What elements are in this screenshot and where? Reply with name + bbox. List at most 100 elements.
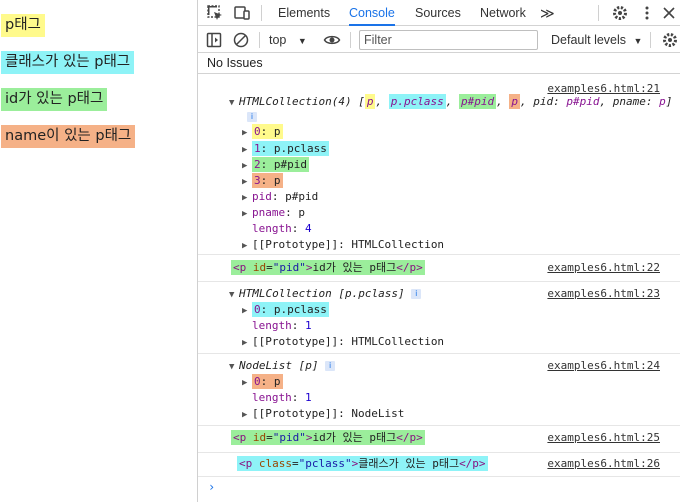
toolbar-divider-2 bbox=[350, 32, 351, 48]
collapsed-triangle-icon: ▶ bbox=[242, 306, 248, 316]
filter-input[interactable] bbox=[359, 30, 538, 50]
element-node[interactable]: <p id="pid">id가 있는 p태그</p> bbox=[231, 430, 425, 446]
collection-entry[interactable]: ▶ 0: p.pclass bbox=[242, 302, 329, 318]
collection-summary[interactable]: ▼ HTMLCollection(4) [p, p.pclass, p#pid, … bbox=[229, 94, 672, 110]
tag-open: <p bbox=[233, 431, 247, 444]
prototype-value: NodeList bbox=[351, 407, 405, 420]
tab-network[interactable]: Network bbox=[480, 0, 526, 26]
summary-text: HTMLCollection [p.pclass] bbox=[239, 287, 405, 300]
prop-key: pname bbox=[252, 206, 286, 219]
collection-entry[interactable]: ▶ 3: p bbox=[242, 173, 283, 189]
summary-key: pid bbox=[533, 95, 554, 108]
device-toolbar-icon[interactable] bbox=[233, 4, 251, 22]
eye-live-expression-icon[interactable] bbox=[323, 31, 341, 49]
length-key: length bbox=[252, 222, 292, 235]
attr-value: "pid" bbox=[272, 261, 306, 274]
element-node[interactable]: <p id="pid">id가 있는 p태그</p> bbox=[231, 260, 425, 276]
collection-length: length: 4 bbox=[252, 222, 312, 235]
context-selector-label: top bbox=[269, 33, 287, 47]
tag-open: <p bbox=[233, 261, 247, 274]
collection-entry[interactable]: ▶ 0: p bbox=[242, 124, 283, 140]
kebab-menu-icon[interactable] bbox=[638, 4, 656, 22]
console-prompt[interactable]: › bbox=[208, 480, 215, 494]
prototype-key: [[Prototype]] bbox=[252, 335, 339, 348]
collapsed-triangle-icon: ▶ bbox=[242, 338, 248, 348]
settings-gear-icon[interactable] bbox=[611, 4, 629, 22]
entry-key: 2 bbox=[254, 158, 261, 171]
collapsed-triangle-icon: ▶ bbox=[242, 241, 248, 251]
prop-value: p#pid bbox=[285, 190, 319, 203]
p-tag-with-name: name이 있는 p태그 bbox=[1, 125, 136, 148]
element-text: id가 있는 p태그 bbox=[312, 431, 397, 444]
tab-console[interactable]: Console bbox=[349, 0, 395, 26]
info-icon: i bbox=[247, 112, 257, 122]
collapsed-triangle-icon: ▶ bbox=[242, 410, 248, 420]
p-tag-with-class: 클래스가 있는 p태그 bbox=[1, 51, 135, 74]
collection-prop[interactable]: ▶ pid: p#pid bbox=[242, 189, 318, 205]
expanded-triangle-icon: ▼ bbox=[229, 290, 235, 300]
collection-summary[interactable]: ▼ HTMLCollection [p.pclass] i bbox=[229, 286, 422, 302]
nodelist-prototype[interactable]: ▶ [[Prototype]]: NodeList bbox=[242, 406, 404, 422]
prototype-key: [[Prototype]] bbox=[252, 238, 339, 251]
rendered-page: p태그 클래스가 있는 p태그 id가 있는 p태그 name이 있는 p태그 bbox=[0, 0, 197, 502]
element-node[interactable]: <p class="pclass">클래스가 있는 p태그</p> bbox=[237, 456, 488, 472]
prop-key: pid bbox=[252, 190, 272, 203]
inspect-element-icon[interactable] bbox=[206, 4, 224, 22]
info-badge[interactable]: i bbox=[247, 109, 257, 125]
collection-entry[interactable]: ▶ 2: p#pid bbox=[242, 157, 309, 173]
close-icon[interactable] bbox=[660, 4, 678, 22]
prototype-value: HTMLCollection bbox=[351, 238, 445, 251]
console-toolbar: top ▼ Default levels ▼ bbox=[198, 27, 680, 53]
source-link[interactable]: examples6.html:22 bbox=[547, 261, 660, 274]
tab-elements[interactable]: Elements bbox=[278, 0, 330, 26]
source-link[interactable]: examples6.html:25 bbox=[547, 431, 660, 444]
nodelist-entry[interactable]: ▶ 0: p bbox=[242, 374, 283, 390]
entry-key: 3 bbox=[254, 174, 261, 187]
caret-down-icon: ▼ bbox=[297, 36, 307, 46]
tab-sources[interactable]: Sources bbox=[415, 0, 461, 26]
attr-value: "pid" bbox=[272, 431, 306, 444]
length-value: 1 bbox=[305, 319, 312, 332]
source-link[interactable]: examples6.html:24 bbox=[547, 359, 660, 372]
log-levels-dropdown[interactable]: Default levels ▼ bbox=[551, 27, 642, 53]
info-icon: i bbox=[325, 361, 336, 371]
collection-length: length: 1 bbox=[252, 319, 312, 332]
tabbar-divider bbox=[261, 5, 262, 21]
more-tabs-button[interactable]: ≫ bbox=[540, 0, 555, 26]
length-key: length bbox=[252, 391, 292, 404]
nodelist-summary[interactable]: ▼ NodeList [p] i bbox=[229, 358, 336, 374]
source-link[interactable]: examples6.html:23 bbox=[547, 287, 660, 300]
console-message-collection-1: examples6.html:23 ▼ HTMLCollection [p.pcl… bbox=[198, 282, 680, 354]
entry-value: p bbox=[273, 174, 281, 187]
collection-prototype[interactable]: ▶ [[Prototype]]: HTMLCollection bbox=[242, 237, 444, 253]
summary-value: p#pid bbox=[566, 95, 600, 108]
context-selector[interactable]: top ▼ bbox=[269, 27, 307, 53]
entry-key: 0 bbox=[254, 375, 261, 388]
issues-bar[interactable]: No Issues bbox=[198, 54, 680, 74]
tag-close: </p> bbox=[396, 261, 423, 274]
expanded-triangle-icon: ▼ bbox=[229, 362, 235, 372]
collection-entry[interactable]: ▶ 1: p.pclass bbox=[242, 141, 329, 157]
source-link[interactable]: examples6.html:26 bbox=[547, 457, 660, 470]
attr-name: class bbox=[258, 457, 292, 470]
collection-prop[interactable]: ▶ pname: p bbox=[242, 205, 305, 221]
summary-close: ] bbox=[665, 95, 673, 108]
issues-label: No Issues bbox=[207, 56, 263, 70]
summary-key: pname bbox=[612, 95, 646, 108]
tag-open: <p bbox=[239, 457, 253, 470]
collection-prototype[interactable]: ▶ [[Prototype]]: HTMLCollection bbox=[242, 334, 444, 350]
attr-name: id bbox=[252, 261, 267, 274]
collapsed-triangle-icon: ▶ bbox=[242, 378, 248, 388]
clear-console-icon[interactable] bbox=[232, 31, 250, 49]
attr-value: "pclass" bbox=[298, 457, 352, 470]
summary-item: p bbox=[364, 94, 376, 109]
summary-item: p.pclass bbox=[388, 94, 446, 109]
devtools-panel: Elements Console Sources Network ≫ top ▼ bbox=[197, 0, 680, 502]
toolbar-divider bbox=[259, 32, 260, 48]
info-icon: i bbox=[411, 289, 422, 299]
sidebar-toggle-icon[interactable] bbox=[205, 31, 223, 49]
entry-value: p.pclass bbox=[273, 142, 327, 155]
entry-value: p#pid bbox=[273, 158, 307, 171]
console-settings-gear-icon[interactable] bbox=[661, 31, 679, 49]
log-levels-label: Default levels bbox=[551, 33, 627, 47]
